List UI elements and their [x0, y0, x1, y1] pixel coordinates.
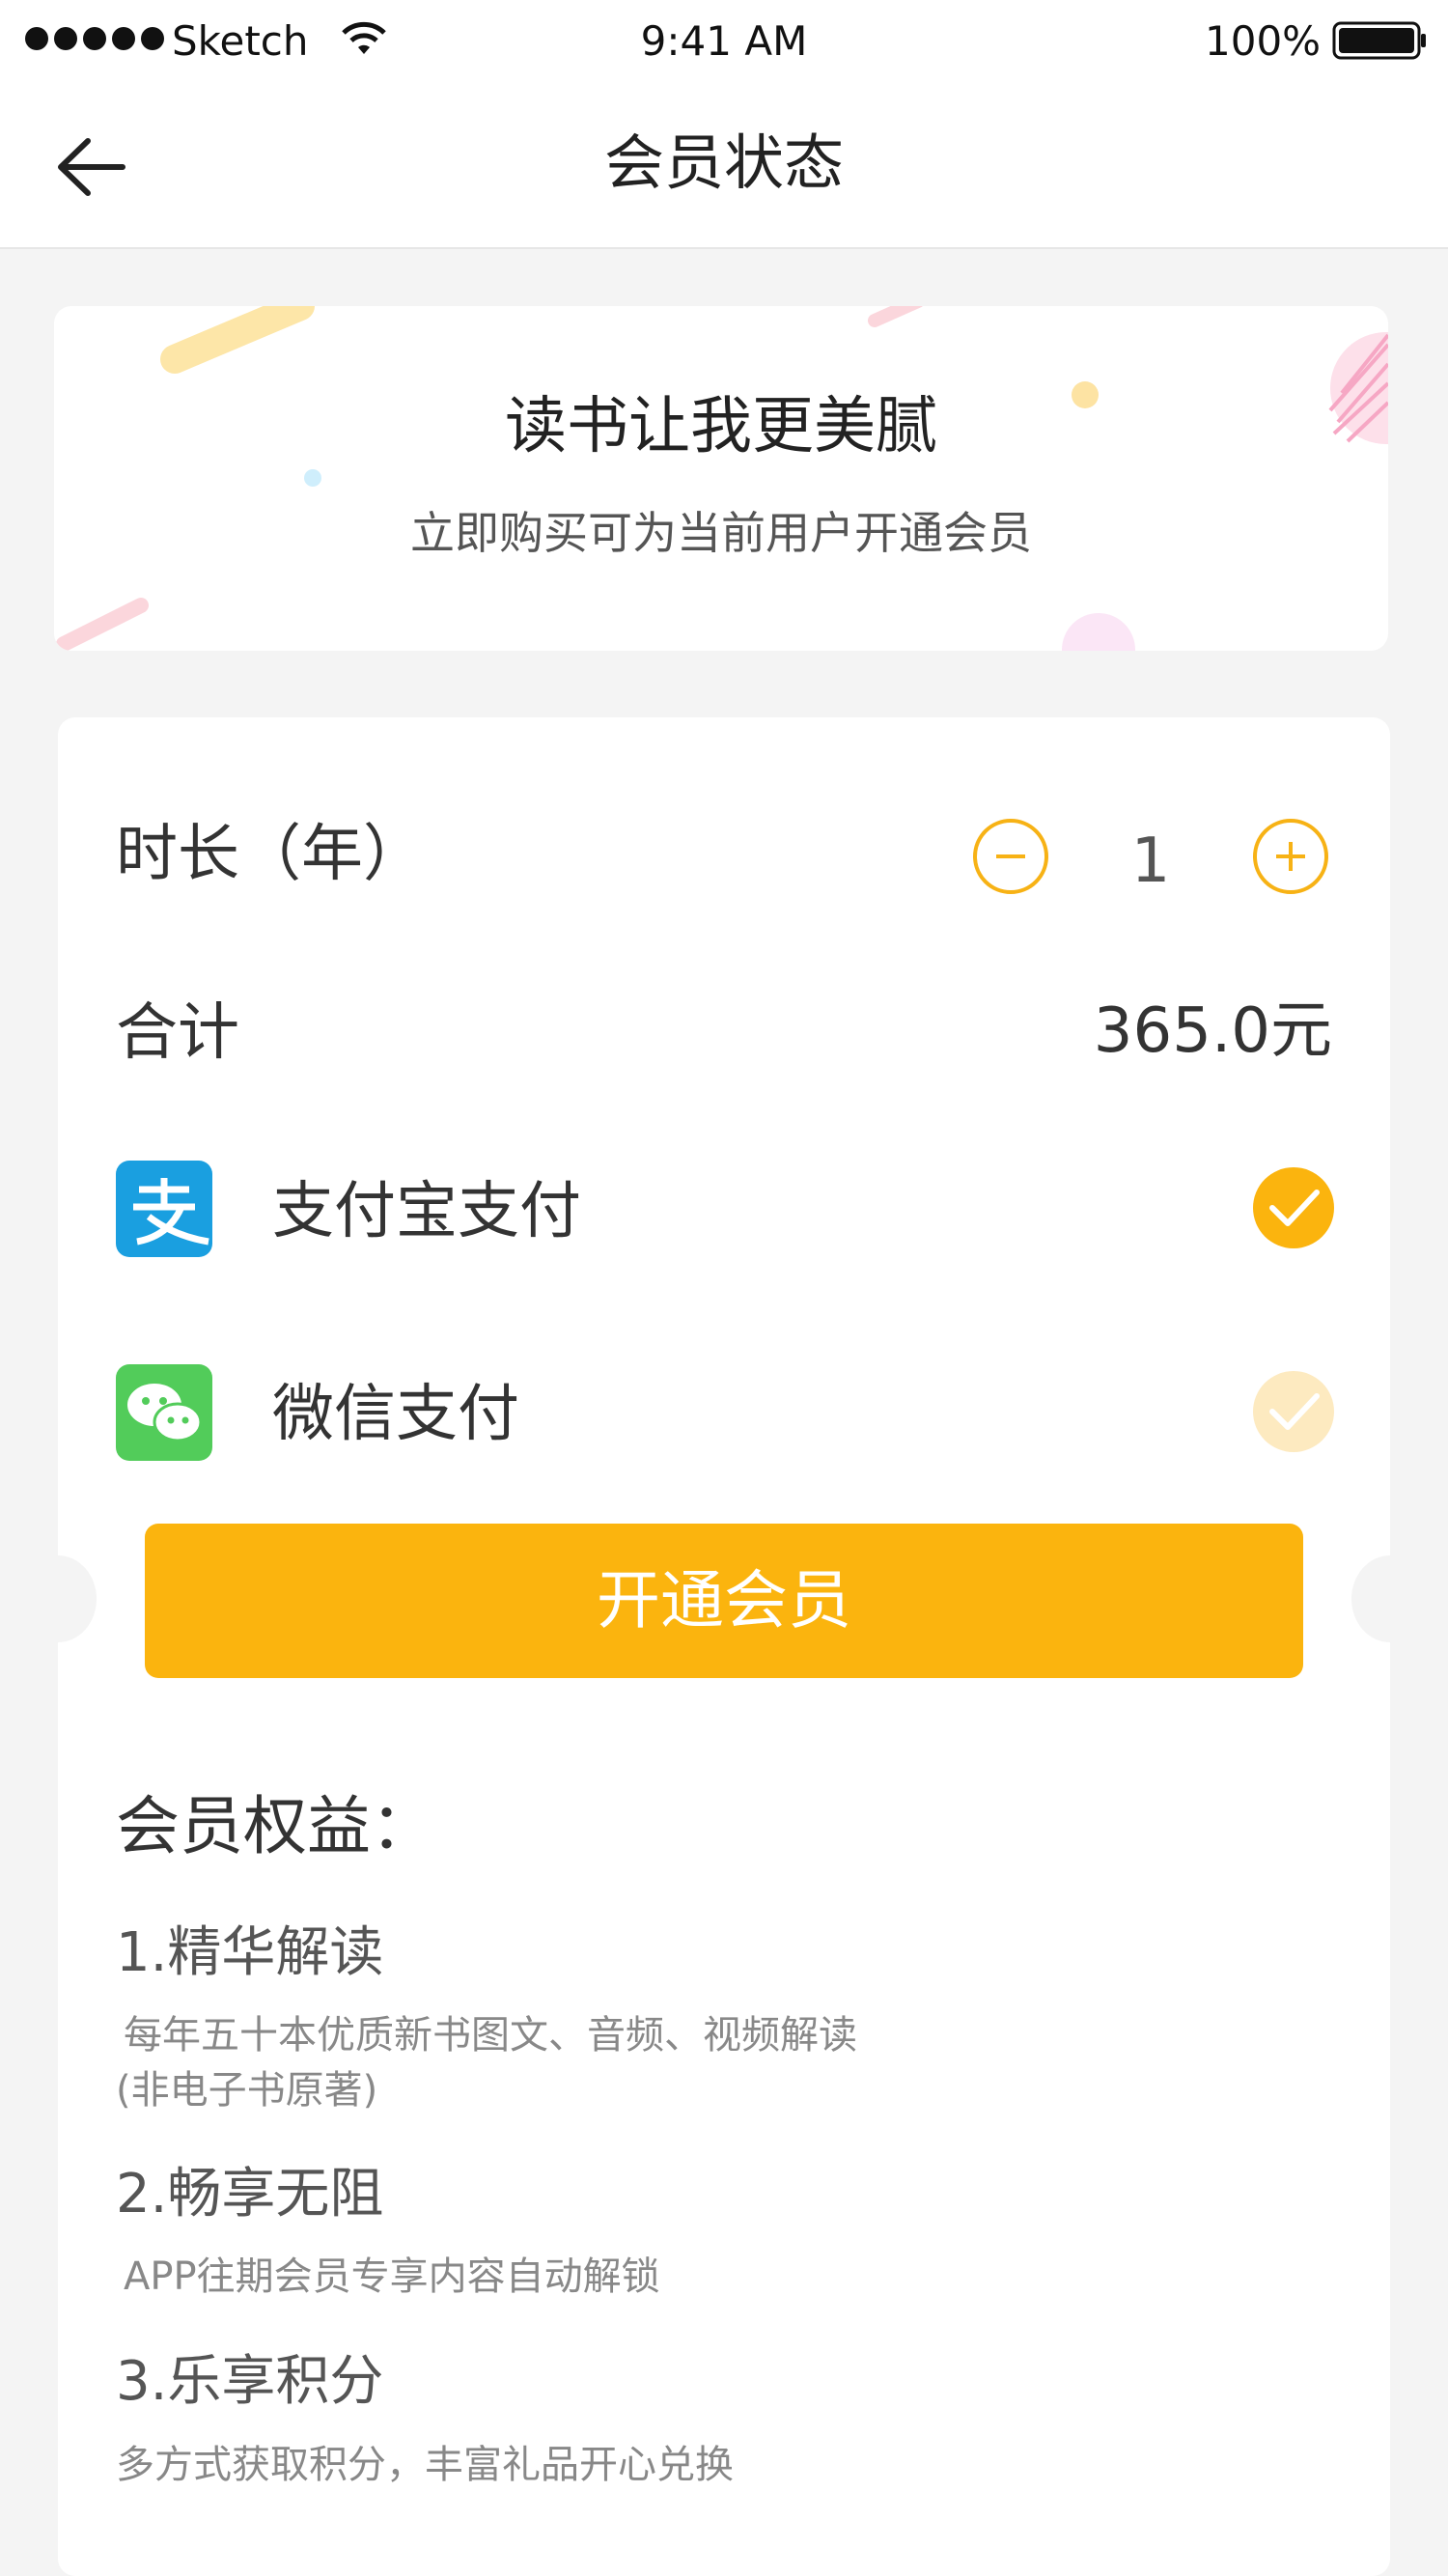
battery-percent: 100%	[1205, 17, 1322, 65]
benefit-title: 2.畅享无阻	[116, 2163, 384, 2226]
check-selected-icon	[1253, 1167, 1334, 1248]
card-notch-left	[19, 1555, 97, 1642]
benefit-description: APP往期会员专享内容自动解锁	[124, 2254, 660, 2299]
promo-banner: 读书让我更美腻 立即购买可为当前用户开通会员	[54, 306, 1388, 651]
card-notch-right	[1351, 1555, 1429, 1642]
total-label: 合计	[116, 997, 239, 1069]
duration-label: 时长（年）	[116, 819, 425, 890]
alipay-icon	[116, 1161, 212, 1257]
benefit-description-note: (非电子书原著)	[116, 2068, 378, 2113]
quantity-value: 1	[1130, 826, 1171, 897]
carrier-name: Sketch	[172, 17, 309, 65]
page-title: 会员状态	[603, 127, 844, 198]
benefits-title: 会员权益：	[116, 1789, 434, 1863]
banner-title: 读书让我更美腻	[505, 391, 937, 462]
decrease-button[interactable]	[973, 819, 1048, 894]
benefit-description: 每年五十本优质新书图文、音频、视频解读	[124, 2013, 857, 2058]
payment-option-alipay[interactable]: 支付宝支付	[58, 1149, 1390, 1274]
wechat-label: 微信支付	[272, 1379, 519, 1450]
check-unselected-icon	[1253, 1371, 1334, 1452]
navigation-bar: 会员状态	[0, 83, 1448, 249]
alipay-label: 支付宝支付	[272, 1176, 581, 1247]
wifi-icon	[342, 21, 386, 54]
minus-icon	[996, 854, 1025, 858]
total-value: 365.0元	[1093, 995, 1332, 1067]
banner-subtitle: 立即购买可为当前用户开通会员	[410, 507, 1032, 559]
clock: 9:41 AM	[640, 17, 808, 65]
battery-icon	[1332, 21, 1426, 60]
benefit-description: 多方式获取积分，丰富礼品开心兑换	[116, 2443, 734, 2487]
decorative-confetti-icon	[56, 306, 1388, 651]
payment-option-wechat[interactable]: 微信支付	[58, 1352, 1390, 1477]
plus-icon	[1276, 842, 1305, 871]
increase-button[interactable]	[1253, 819, 1328, 894]
benefit-title: 1.精华解读	[116, 1921, 384, 1984]
activate-membership-button[interactable]: 开通会员	[145, 1524, 1303, 1678]
benefit-title: 3.乐享积分	[116, 2350, 384, 2413]
wechat-icon	[116, 1364, 212, 1461]
signal-strength-icon	[25, 27, 164, 50]
status-bar: Sketch 9:41 AM 100%	[0, 0, 1448, 83]
